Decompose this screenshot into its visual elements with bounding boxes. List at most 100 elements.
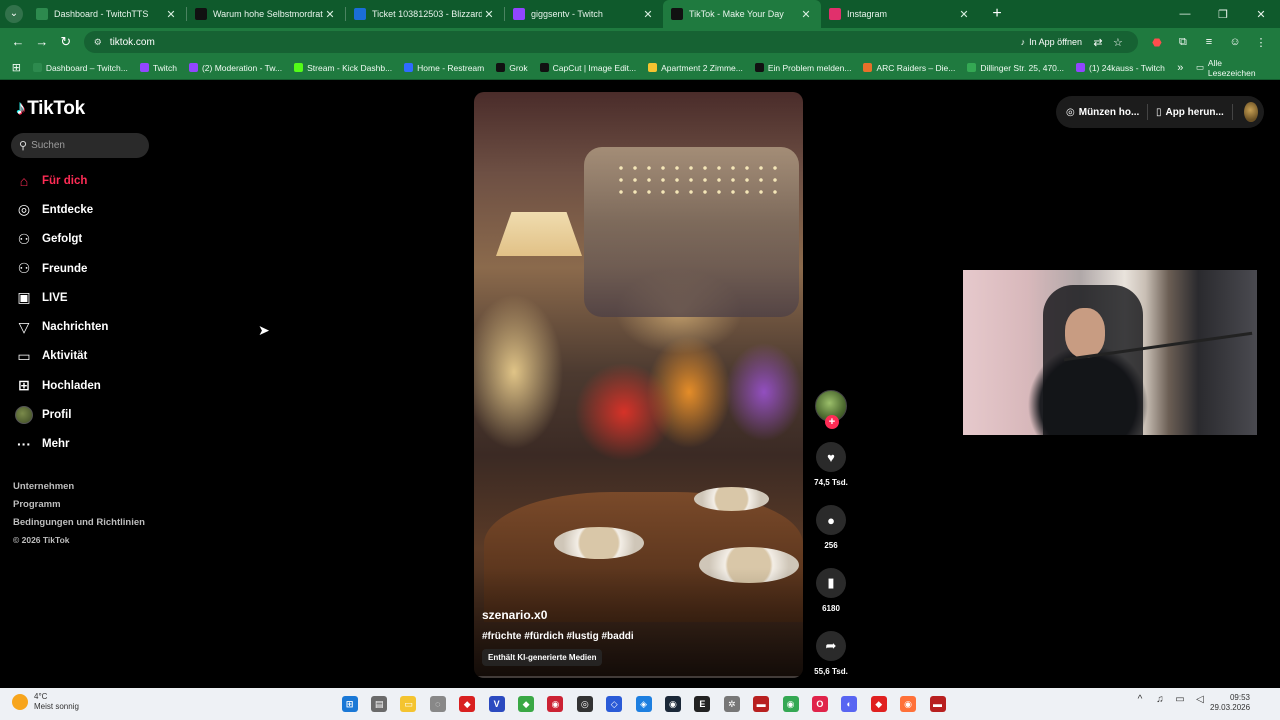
sidebar-item[interactable]: ⚇ Freunde [14,254,164,283]
minimize-icon[interactable]: — [1166,8,1204,21]
microphone-icon[interactable]: ♫ [1150,694,1170,705]
maximize-icon[interactable]: ❐ [1204,8,1242,21]
sidebar-item[interactable]: ▣ LIVE [14,283,164,312]
start-button[interactable]: ⊞ [335,692,364,716]
chrome-app[interactable]: ◉ [776,692,805,716]
translate-icon[interactable]: ⇄ [1088,36,1108,49]
firefox-app[interactable]: ◉ [893,692,922,716]
open-in-app-button[interactable]: ♪ In App öffnen [1015,35,1088,49]
close-tab-icon[interactable]: ✕ [799,8,813,21]
download-app-button[interactable]: ▯ App herun... [1156,107,1224,118]
red-round-app[interactable]: ◉ [541,692,570,716]
display-icon[interactable]: ▭ [1170,694,1190,705]
adblock-icon[interactable]: ⬣ [1144,36,1170,49]
tab-search-button[interactable]: ⌄ [0,0,28,28]
browser-tab[interactable]: Dashboard - TwitchTTS ✕ [28,0,186,28]
blue-app[interactable]: ◇ [600,692,629,716]
video-progress-bar[interactable] [474,676,803,678]
bookmark-item[interactable]: Stream - Kick Dashb... [288,63,398,73]
video-author[interactable]: szenario.x0 [482,608,547,622]
volume-icon[interactable]: ◁ [1190,694,1210,705]
bookmark-item[interactable]: Ein Problem melden... [749,63,858,73]
bookmark-item[interactable]: Grok [490,63,533,73]
stream-app[interactable]: ▬ [746,692,775,716]
menu-kebab-icon[interactable]: ⋮ [1248,36,1274,49]
omnibox[interactable]: ⚙ tiktok.com ♪ In App öffnen ⇄ ☆ [83,31,1138,53]
sidebar-item[interactable]: ▭ Aktivität [14,342,164,371]
close-tab-icon[interactable]: ✕ [641,8,655,21]
video-player[interactable]: szenario.x0 #früchte #fürdich #lustig #b… [474,92,803,678]
blue-app-2[interactable]: ◈ [629,692,658,716]
sidebar-item[interactable]: ▽ Nachrichten [14,312,164,341]
obs-app[interactable]: ◎ [570,692,599,716]
close-window-icon[interactable]: ✕ [1242,8,1280,21]
calculator-app[interactable]: ▤ [364,692,393,716]
search-input[interactable] [31,140,142,151]
tray-chevron-up-icon[interactable]: ^ [1130,694,1150,705]
bookmark-item[interactable]: Twitch [134,63,183,73]
clock[interactable]: 09:53 29.03.2026 [1210,693,1250,713]
bookmark-item[interactable]: (1) 24kauss - Twitch [1070,63,1171,73]
mouse-app[interactable]: ◌ [423,692,452,716]
footer-link-program[interactable]: Programm [13,499,145,517]
opera-app[interactable]: O [805,692,834,716]
extensions-puzzle-icon[interactable]: ⧉ [1170,36,1196,49]
search-box[interactable]: ⚲ [11,133,149,158]
bookmark-item[interactable]: Dashboard – Twitch... [27,63,134,73]
bookmark-star-icon[interactable]: ☆ [1108,36,1128,49]
file-explorer-app[interactable]: ▭ [394,692,423,716]
sidebar-item[interactable]: ◎ Entdecke [14,195,164,224]
new-tab-button[interactable]: + [985,5,1009,23]
url-text[interactable]: tiktok.com [110,37,1015,48]
sidebar-item[interactable]: Profil [14,400,164,429]
browser-tab[interactable]: giggsentv - Twitch ✕ [505,0,663,28]
sidebar-item[interactable]: ⚇ Gefolgt [14,225,164,254]
browser-tab[interactable]: TikTok - Make Your Day ✕ [663,0,821,28]
browser-tab[interactable]: Ticket 103812503 - Blizzard-Ku✕ [346,0,504,28]
v-app[interactable]: V [482,692,511,716]
red-bird-app[interactable]: ◆ [864,692,893,716]
profile-icon[interactable]: ☺ [1222,36,1248,49]
sidebar-item[interactable]: ⊞ Hochladen [14,371,164,400]
footer-link-terms[interactable]: Bedingungen und Richtlinien [13,517,145,535]
media-controls-icon[interactable]: ≡ [1196,36,1222,49]
video-hashtags[interactable]: #früchte #fürdich #lustig #baddi [482,631,634,642]
comment-icon[interactable]: ● [816,505,846,535]
close-tab-icon[interactable]: ✕ [323,8,337,21]
creator-avatar[interactable]: + [815,390,847,429]
heart-icon[interactable]: ♥ [816,442,846,472]
bookmarks-overflow-icon[interactable]: » [1171,62,1190,74]
close-tab-icon[interactable]: ✕ [957,8,971,21]
footer-link-company[interactable]: Unternehmen [13,481,145,499]
bookmark-item[interactable]: ARC Raiders – Die... [857,63,961,73]
bookmark-item[interactable]: Home - Restream [398,63,490,73]
profile-avatar[interactable] [1244,102,1258,122]
reload-button[interactable]: ↻ [54,30,78,54]
share-icon[interactable]: ➦ [816,631,846,661]
discord-app[interactable]: ◐ [835,692,864,716]
back-button[interactable]: ← [6,30,30,54]
all-bookmarks-button[interactable]: ▭ Alle Lesezeichen [1190,58,1274,78]
browser-tab[interactable]: Warum hohe Selbstmordrat ✕ [187,0,345,28]
close-tab-icon[interactable]: ✕ [164,8,178,21]
green-app[interactable]: ◆ [511,692,540,716]
close-tab-icon[interactable]: ✕ [482,8,496,21]
epic-app[interactable]: E [688,692,717,716]
steam-app[interactable]: ◉ [658,692,687,716]
bookmark-item[interactable]: Apartment 2 Zimme... [642,63,749,73]
weather-widget[interactable]: 4°C Meist sonnig [12,692,79,712]
site-info-icon[interactable]: ⚙ [94,37,102,48]
sidebar-item[interactable]: ⌂ Für dich [14,166,164,195]
stream-app-2[interactable]: ▬ [923,692,952,716]
sidebar-item[interactable]: ··· Mehr [14,430,164,459]
tiktok-logo[interactable]: ♪ TikTok [16,98,85,120]
bookmark-item[interactable]: (2) Moderation - Tw... [183,63,288,73]
forward-button[interactable]: → [30,30,54,54]
settings-app[interactable]: ✲ [717,692,746,716]
follow-plus-icon[interactable]: + [825,415,839,429]
bookmark-icon[interactable]: ▮ [816,568,846,598]
bookmark-item[interactable]: Dillinger Str. 25, 470... [961,63,1070,73]
red-app[interactable]: ◆ [453,692,482,716]
bookmark-item[interactable]: CapCut | Image Edit... [534,63,642,73]
get-coins-button[interactable]: ◎ Münzen ho... [1066,107,1139,118]
